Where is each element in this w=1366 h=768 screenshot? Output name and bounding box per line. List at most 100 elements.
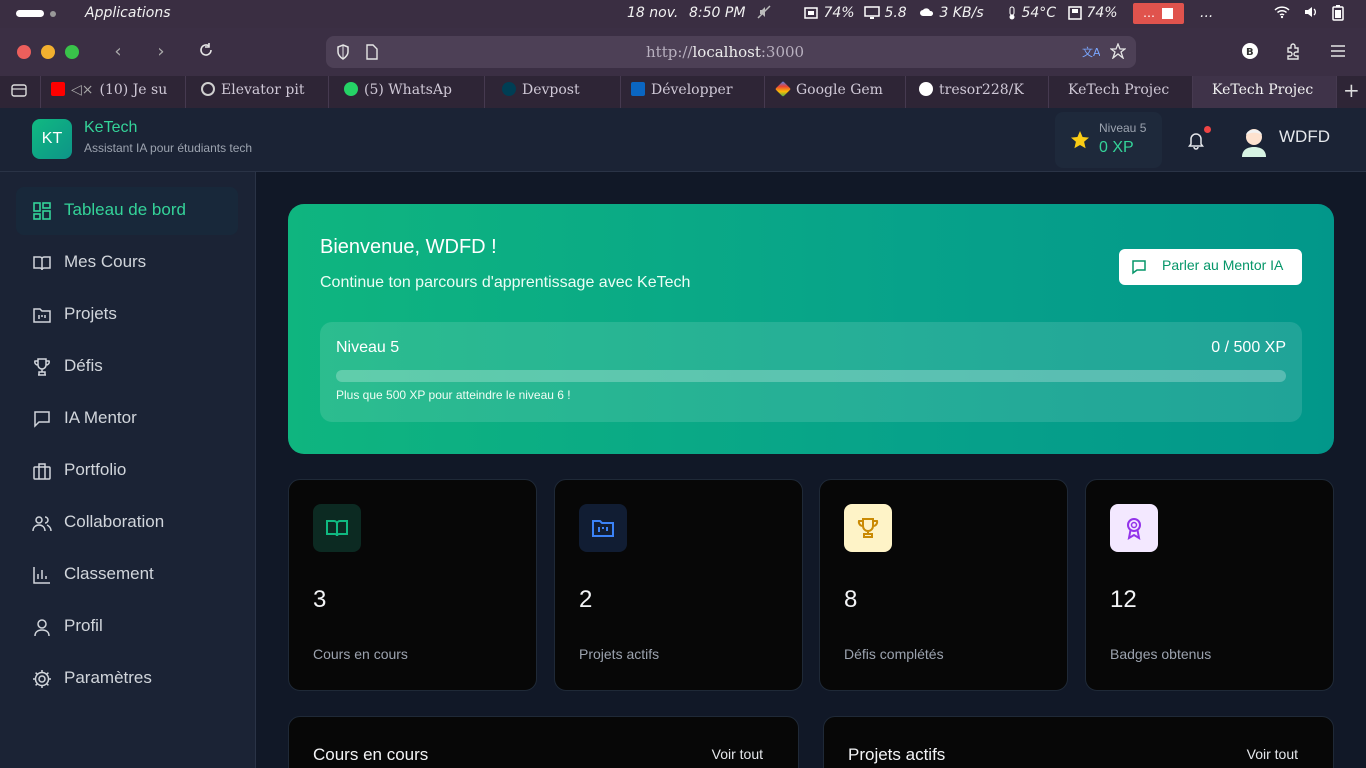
app-logo[interactable]: KT [32,119,72,159]
temperature-indicator: 54°C [1007,5,1056,21]
sidebar-item-leaderboard[interactable]: Classement [16,551,238,599]
wifi-icon[interactable] [1274,5,1290,23]
panel-title: Projets actifs [848,745,946,764]
sidebar-item-projects[interactable]: Projets [16,291,238,339]
page-icon[interactable] [366,44,378,60]
moon-icon[interactable] [1247,5,1261,23]
profile-icon[interactable]: B [1241,42,1261,62]
level-hint: Plus que 500 XP pour atteindre le niveau… [336,388,571,402]
sidebar-item-label: Projets [64,304,117,323]
tab-devpost[interactable]: Devpost [484,76,620,108]
tab-label: tresor228/K [939,82,1024,98]
tab-ketech-1[interactable]: KeTech Projec [1048,76,1192,108]
stat-label: Cours en cours [313,646,408,662]
translate-icon[interactable]: 文A [1082,44,1100,60]
tab-overview-icon[interactable] [0,76,40,108]
thermometer-icon [1009,6,1015,20]
address-bar[interactable]: http://localhost:3000 文A [326,36,1136,68]
tab-youtube[interactable]: ◁× (10) Je su [40,76,185,108]
screen-record-button[interactable]: … [1133,3,1184,24]
book-icon [33,256,51,271]
memory-value: 74% [1086,5,1118,21]
url-text[interactable]: http://localhost:3000 [646,43,804,61]
message-icon [1132,260,1146,275]
welcome-title: Bienvenue, WDFD ! [320,236,497,258]
workspace-indicator[interactable] [16,10,44,17]
display-indicator: 5.8 [864,5,907,21]
tab-elevator-pitch[interactable]: Elevator pit [185,76,328,108]
new-tab-icon[interactable]: + [1336,76,1366,108]
sidebar-item-challenges[interactable]: Défis [16,343,238,391]
extensions-icon[interactable] [1285,42,1305,62]
sidebar-item-label: Collaboration [64,512,165,531]
close-window-button[interactable] [17,45,31,59]
tab-label: Google Gem [796,82,883,98]
sidebar-item-ai-mentor[interactable]: IA Mentor [16,395,238,443]
bell-icon[interactable] [1186,130,1206,150]
sidebar-item-collaboration[interactable]: Collaboration [16,499,238,547]
sidebar-item-settings[interactable]: Paramètres [16,655,238,703]
bar-chart-icon [33,567,50,584]
applications-menu[interactable]: Applications [85,5,171,21]
tab-whatsapp[interactable]: (5) WhatsAp [328,76,484,108]
trophy-icon [34,358,50,376]
network-value: 3 KB/s [939,5,984,21]
muted-speaker-icon[interactable]: ◁× [71,82,94,98]
monitor-icon [864,6,880,19]
stat-card-projects[interactable]: 2 Projets actifs [554,479,803,691]
minimize-window-button[interactable] [41,45,55,59]
volume-icon[interactable] [1303,5,1319,23]
main-content: Bienvenue, WDFD ! Continue ton parcours … [256,172,1366,768]
sidebar-item-profile[interactable]: Profil [16,603,238,651]
stat-card-challenges[interactable]: 8 Défis complétés [819,479,1068,691]
sidebar-item-courses[interactable]: Mes Cours [16,239,238,287]
star-icon [1071,131,1089,149]
workspace-dot[interactable] [50,11,56,17]
sidebar-item-portfolio[interactable]: Portfolio [16,447,238,495]
os-more[interactable]: ... [1200,5,1213,21]
back-icon[interactable]: ‹ [108,42,128,62]
dashboard-icon [33,202,51,220]
xp-badge[interactable]: Niveau 5 0 XP [1055,112,1162,168]
stat-value: 2 [579,586,593,613]
github-icon [919,82,933,96]
tab-label: KeTech Projec [1212,82,1314,98]
brand-tagline: Assistant IA pour étudiants tech [84,141,253,155]
stat-card-courses[interactable]: 3 Cours en cours [288,479,537,691]
tab-google-gemini[interactable]: Google Gem [764,76,905,108]
forward-icon[interactable]: › [151,42,171,62]
browser-toolbar: ‹ › http://localhost:3000 文A B [0,28,1366,76]
maximize-window-button[interactable] [65,45,79,59]
shield-icon[interactable] [336,44,350,60]
mute-icon[interactable] [757,5,771,23]
reload-icon[interactable] [196,42,216,62]
tab-github[interactable]: tresor228/K [905,76,1048,108]
briefcase-icon [33,463,51,480]
bookmark-star-icon[interactable] [1110,43,1126,59]
sidebar-item-label: Portfolio [64,460,127,479]
battery-icon[interactable] [1332,5,1344,25]
tab-strip: ◁× (10) Je su Elevator pit (5) WhatsAp De… [0,76,1366,108]
os-time[interactable]: 8:50 PM [689,5,745,21]
youtube-icon [51,82,65,96]
app-header: KT KeTech Assistant IA pour étudiants te… [0,108,1366,172]
username[interactable]: WDFD [1279,127,1330,147]
user-avatar[interactable] [1240,123,1268,157]
tab-linkedin[interactable]: Développer [620,76,764,108]
network-indicator: 3 KB/s [919,5,984,21]
talk-to-mentor-button[interactable]: Parler au Mentor IA [1119,249,1302,285]
notification-dot [1204,126,1211,133]
tab-ketech-active[interactable]: KeTech Projec [1192,76,1336,108]
see-all-courses-link[interactable]: Voir tout [712,746,763,762]
stat-card-badges[interactable]: 12 Badges obtenus [1085,479,1334,691]
chat-icon [34,411,50,428]
stat-value: 8 [844,586,858,613]
sidebar-item-dashboard[interactable]: Tableau de bord [16,187,238,235]
brand-name[interactable]: KeTech [84,119,137,137]
menu-icon[interactable] [1329,42,1349,62]
sidebar-item-label: Tableau de bord [64,200,186,219]
mentor-button-label: Parler au Mentor IA [1162,257,1284,273]
panel-title: Cours en cours [313,745,429,764]
xp-value: 0 XP [1099,139,1134,156]
see-all-projects-link[interactable]: Voir tout [1247,746,1298,762]
